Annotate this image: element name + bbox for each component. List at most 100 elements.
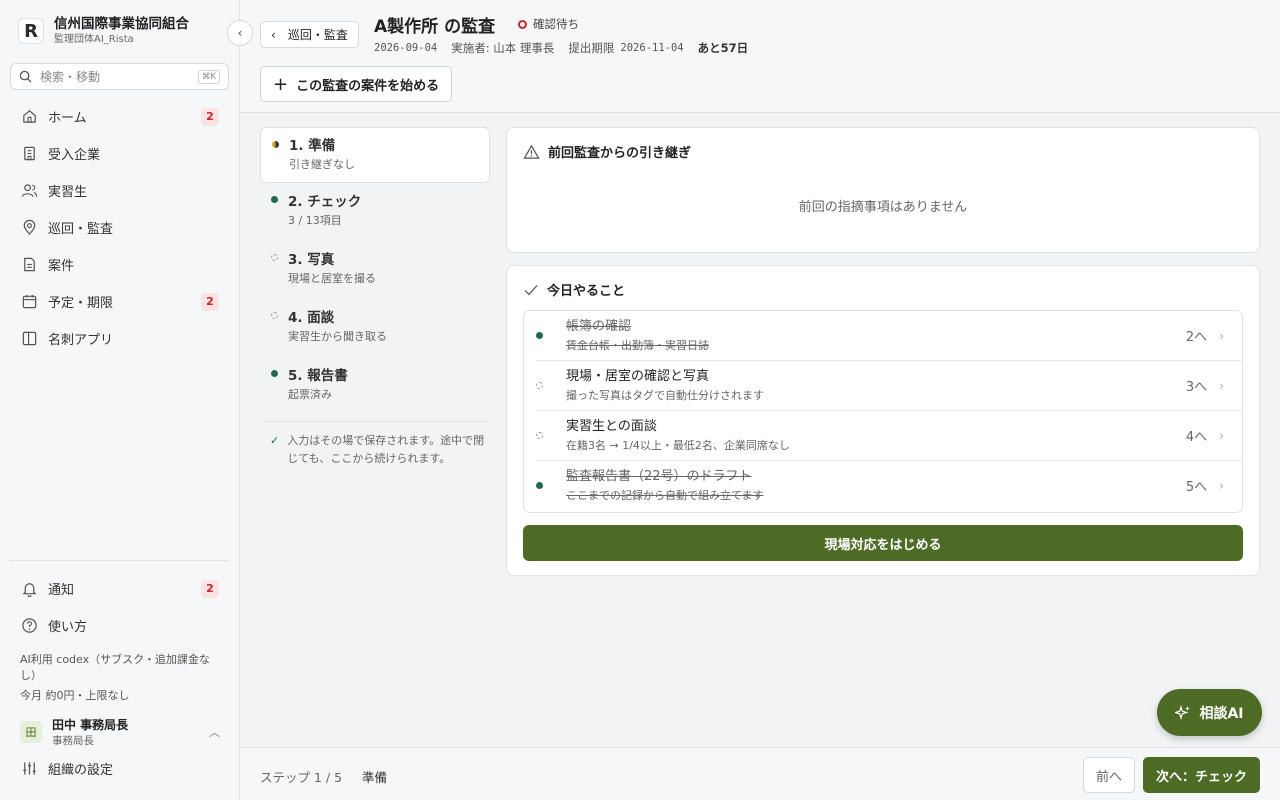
check-icon [524,284,538,296]
ai-usage-info: AI利用 codex（サブスク・追加課金なし） 今月 約0円・上限なし [20,652,220,704]
step-subtitle: 実習生から聞き取る [288,330,387,343]
nav-item-home[interactable]: ホーム 2 [10,98,229,135]
todo-subtitle: ここまでの記録から自動で組み立てます [566,489,764,502]
org-name: 信州国際事業協同組合 [54,16,189,32]
user-name: 田中 事務局長 [52,718,129,732]
warning-icon [523,144,540,159]
todo-title: 実習生との面談 [566,419,657,434]
pending-dot-icon [536,432,543,439]
collapse-sidebar-button[interactable]: ‹ [227,20,253,46]
nav-item-settings[interactable]: 組織の設定 [10,750,229,787]
notification-badge: 2 [201,292,219,311]
autosave-text: 入力はその場で保存されます。途中で閉じても、ここから続けられます。 [287,434,485,465]
user-menu[interactable]: 田 田中 事務局長 事務局長 ︿ [20,716,220,748]
search-box[interactable]: ⌘K [10,63,229,90]
page-header: ‹ 巡回・監査 A製作所 の監査 確認待ち 2026-09-04 実施者: 山本… [240,0,1280,113]
status-text: 確認待ち [533,17,579,31]
home-icon [20,108,38,126]
audit-meta: 2026-09-04 実施者: 山本 理事長 提出期限 2026-11-04 あ… [374,40,748,56]
go-to-step: 5へ › [1185,476,1224,496]
org-header[interactable]: R 信州国際事業協同組合 監理団体AI_Rista [18,15,189,47]
back-button[interactable]: ‹ 巡回・監査 [260,21,359,48]
step-item[interactable]: 2. チェック 3 / 13項目 [260,183,490,241]
pending-dot-icon [271,312,278,319]
list-item[interactable]: 帳簿の確認 賃金台帳・出勤簿・実習日誌 2へ › [536,311,1242,361]
chevron-up-icon: ︿ [209,726,220,739]
nav-item-schedule[interactable]: 予定・期限 2 [10,283,229,320]
chevron-right-icon: › [1219,328,1224,343]
current-step-name: 準備 [362,770,388,785]
nav-label: 予定・期限 [48,296,114,311]
nav-item-cases[interactable]: 案件 [10,246,229,283]
card-header: 今日やること [523,280,625,299]
list-item[interactable]: 現場・居室の確認と写真 撮った写真はタグで自動仕分けされます 3へ › [536,361,1242,411]
step-title: 3. 写真 [288,252,335,268]
nav-item-audits[interactable]: 巡回・監査 [10,209,229,246]
chevron-right-icon: › [1219,428,1224,443]
step-item[interactable]: 5. 報告書 起票済み [260,357,490,415]
go-to-step: 2へ › [1186,326,1224,346]
nav-label: ホーム [48,111,87,126]
step-subtitle: 起票済み [288,388,332,401]
org-logo: R [18,18,44,44]
bell-icon [20,580,38,598]
card-title: 今日やること [547,284,626,299]
prev-button[interactable]: 前へ [1083,757,1135,793]
notification-badge: 2 [201,107,219,126]
card-title: 前回監査からの引き継ぎ [548,146,692,161]
go-to-step: 4へ › [1185,426,1224,446]
carryover-card: 前回監査からの引き継ぎ 前回の指摘事項はありません [506,127,1260,253]
next-button[interactable]: 次へ：チェック [1143,757,1260,793]
nav-item-trainees[interactable]: 実習生 [10,172,229,209]
step-counter: ステップ 1 / 5 [260,770,343,785]
go-label: 5へ [1185,480,1208,495]
remaining-days: あと57日 [697,41,749,55]
empty-state-message: 前回の指摘事項はありません [798,200,968,215]
list-item[interactable]: 監査報告書（22号）のドラフト ここまでの記録から自動で組み立てます 5へ › [536,461,1242,511]
step-subtitle: 3 / 13項目 [288,214,342,227]
sparkle-icon [1175,704,1191,720]
step-title: 1. 準備 [289,138,336,154]
start-case-button[interactable]: + この監査の案件を始める [260,66,453,102]
nav-item-companies[interactable]: 受入企業 [10,135,229,172]
pending-dot-icon [536,382,543,389]
search-input[interactable] [40,69,198,84]
step-item[interactable]: 3. 写真 現場と居室を撮る [260,241,490,299]
step-subtitle: 引き継ぎなし [289,158,355,171]
ai-consult-label: 相談AI [1199,705,1244,722]
help-icon [20,617,38,635]
todo-subtitle: 賃金台帳・出勤簿・実習日誌 [566,339,709,352]
org-settings: 組織の設定 [10,750,229,787]
todo-subtitle: 撮った写真はタグで自動仕分けされます [566,389,764,402]
audit-performer: 実施者: 山本 理事長 [451,41,555,55]
card-icon [20,330,38,348]
step-list: 1. 準備 引き継ぎなし 2. チェック 3 / 13項目 3. 写真 現場と居… [260,127,490,468]
step-item[interactable]: 4. 面談 実習生から聞き取る [260,299,490,357]
ai-usage-cost: 今月 約0円・上限なし [20,689,130,702]
step-title: 5. 報告書 [288,368,348,384]
calendar-icon [20,293,38,311]
chevron-right-icon: › [1219,378,1224,393]
card-header: 前回監査からの引き継ぎ [523,142,691,161]
autosave-note: ✓ 入力はその場で保存されます。途中で閉じても、ここから続けられます。 [260,432,490,468]
step-footer: ステップ 1 / 5 準備 前へ 次へ：チェック [240,747,1280,800]
go-label: 4へ [1185,430,1208,445]
start-field-work-button[interactable]: 現場対応をはじめる [523,525,1243,561]
chevron-right-icon: › [1219,478,1224,493]
done-dot-icon [536,332,543,339]
todo-subtitle: 在籍3名 → 1/4以上・最低2名、企業同席なし [566,439,790,452]
ai-consult-button[interactable]: 相談AI [1157,689,1262,736]
divider [260,421,490,422]
list-item[interactable]: 実習生との面談 在籍3名 → 1/4以上・最低2名、企業同席なし 4へ › [536,411,1242,461]
nav-item-help[interactable]: 使い方 [10,607,229,644]
nav-label: 使い方 [48,620,88,635]
check-icon: ✓ [270,434,280,447]
document-icon [20,256,38,274]
step-item[interactable]: 1. 準備 引き継ぎなし [260,127,490,183]
nav-item-business-cards[interactable]: 名刺アプリ [10,320,229,357]
nav-item-notifications[interactable]: 通知 2 [10,570,229,607]
nav-label: 案件 [48,259,75,274]
nav-label: 組織の設定 [48,763,114,778]
start-case-label: この監査の案件を始める [296,78,440,94]
avatar: 田 [20,721,42,743]
